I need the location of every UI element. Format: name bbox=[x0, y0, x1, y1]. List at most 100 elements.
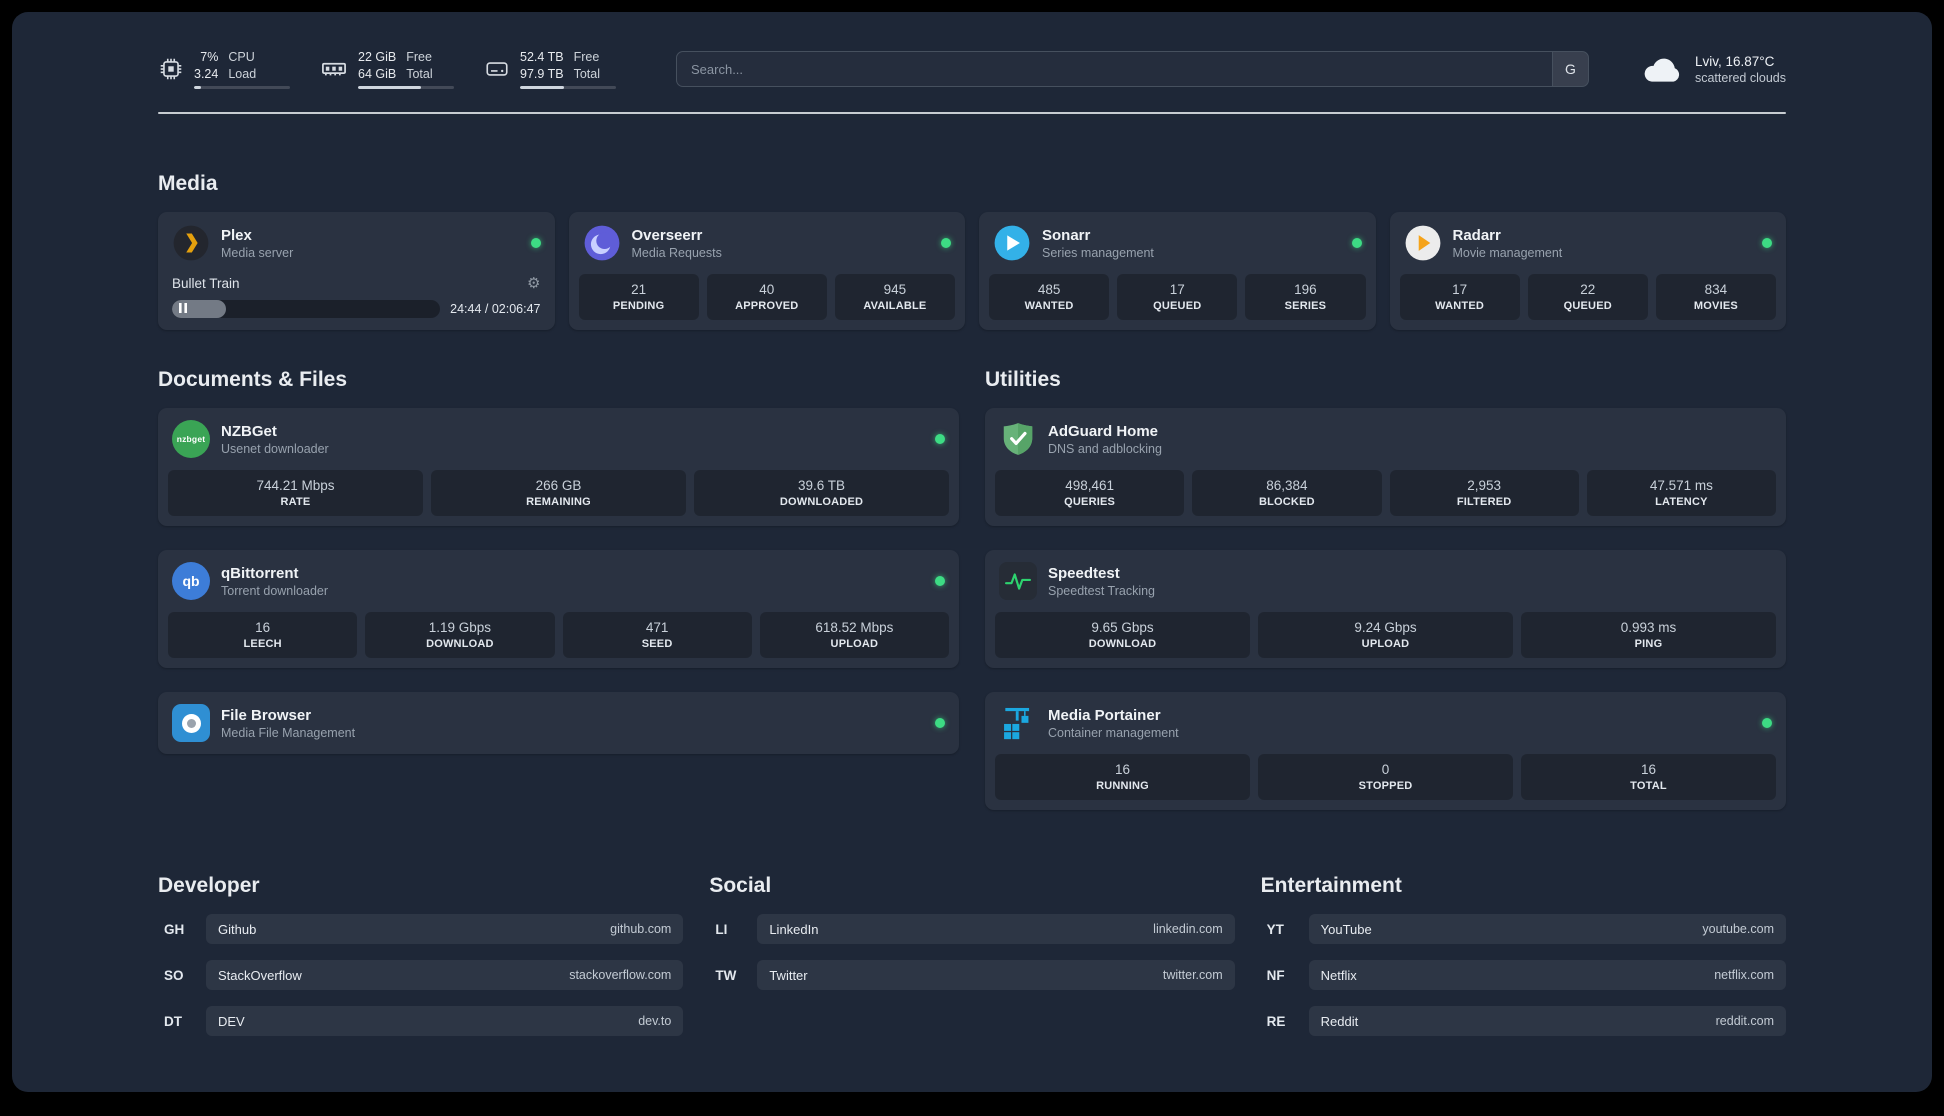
topbar-divider bbox=[158, 112, 1786, 114]
cpu-progress-bar bbox=[194, 85, 290, 89]
service-desc: Series management bbox=[1042, 245, 1154, 260]
section-title-media: Media bbox=[158, 172, 218, 195]
memory-metric: 22 GiB 64 GiB Free Total bbox=[320, 49, 454, 89]
filebrowser-icon bbox=[172, 704, 210, 742]
cpu-load-value: 3.24 bbox=[194, 66, 219, 81]
service-desc: Container management bbox=[1048, 725, 1179, 740]
stat-tile: 39.6 TB DOWNLOADED bbox=[694, 470, 949, 516]
service-card-qbittorrent[interactable]: qb qBittorrent Torrent downloader 16 LEE… bbox=[158, 550, 959, 668]
stat-tile: 16 LEECH bbox=[168, 612, 358, 658]
status-dot bbox=[1351, 238, 1362, 248]
stat-tile: 266 GB REMAINING bbox=[431, 470, 686, 516]
cpu-usage-value: 7% bbox=[200, 50, 219, 65]
stat-tile: 17 WANTED bbox=[1399, 274, 1520, 320]
section-media: Media Plex Media server Bullet Train ⚙ 2… bbox=[158, 172, 1786, 330]
weather-widget: Lviv, 16.87°C scattered clouds bbox=[1641, 50, 1786, 89]
portainer-icon bbox=[999, 704, 1037, 742]
search-provider-button[interactable]: G bbox=[1551, 52, 1588, 86]
adguard-icon bbox=[999, 420, 1037, 458]
disk-metric: 52.4 TB 97.9 TB Free Total bbox=[484, 49, 616, 89]
cpu-load-label: Load bbox=[228, 66, 257, 81]
cpu-icon bbox=[158, 56, 184, 82]
disk-free-value: 52.4 TB bbox=[520, 50, 564, 65]
search-input[interactable] bbox=[677, 61, 1552, 77]
player-settings-gear-icon[interactable]: ⚙ bbox=[527, 274, 540, 292]
stat-tile: 17 QUEUED bbox=[1117, 274, 1238, 320]
nzbget-icon: nzbget bbox=[172, 420, 210, 458]
bookmark-group-social: Social LI LinkedIn linkedin.com TW Twitt… bbox=[709, 874, 1235, 1036]
memory-free-label: Free bbox=[406, 50, 432, 65]
stat-tile: 485 WANTED bbox=[989, 274, 1110, 320]
bookmark-linkedin[interactable]: LI LinkedIn linkedin.com bbox=[709, 914, 1235, 944]
service-name: Media Portainer bbox=[1048, 706, 1161, 724]
service-name: AdGuard Home bbox=[1048, 422, 1159, 440]
dashboard: 7% 3.24 CPU Load 22 GiB 64 GiB Free Tota… bbox=[12, 12, 1932, 1092]
sonarr-icon bbox=[993, 224, 1031, 262]
bookmark-youtube[interactable]: YT YouTube youtube.com bbox=[1261, 914, 1786, 944]
service-card-speedtest[interactable]: Speedtest Speedtest Tracking 9.65 Gbps D… bbox=[985, 550, 1786, 668]
cloud-icon bbox=[1641, 50, 1685, 89]
bookmark-group-title: Social bbox=[709, 874, 772, 897]
service-card-radarr[interactable]: Radarr Movie management 17 WANTED 22 QUE… bbox=[1389, 212, 1786, 330]
stat-tile: 21 PENDING bbox=[578, 274, 699, 320]
stat-tile: 47.571 ms LATENCY bbox=[1586, 470, 1776, 516]
memory-progress-bar bbox=[358, 85, 454, 89]
qbittorrent-icon: qb bbox=[172, 562, 210, 600]
cpu-metric: 7% 3.24 CPU Load bbox=[158, 49, 290, 89]
disk-total-value: 97.9 TB bbox=[520, 66, 564, 81]
status-dot bbox=[1762, 238, 1772, 248]
service-name: qBittorrent bbox=[221, 564, 299, 582]
service-name: Speedtest bbox=[1048, 564, 1120, 582]
section-documents: Documents & Files nzbget NZBGet Usenet d… bbox=[158, 368, 959, 754]
service-card-portainer[interactable]: Media Portainer Container management 16 … bbox=[985, 692, 1786, 810]
bookmark-group-title: Entertainment bbox=[1260, 874, 1402, 897]
stat-tile: 0 STOPPED bbox=[1258, 754, 1513, 800]
disk-total-label: Total bbox=[573, 66, 600, 81]
pause-icon[interactable] bbox=[179, 300, 187, 318]
bookmark-group-entertainment: Entertainment YT YouTube youtube.com NF … bbox=[1261, 874, 1786, 1036]
service-name: File Browser bbox=[221, 706, 312, 724]
service-card-sonarr[interactable]: Sonarr Series management 485 WANTED 17 Q… bbox=[979, 212, 1376, 330]
bookmark-dev[interactable]: DT DEV dev.to bbox=[158, 1006, 684, 1036]
service-name: Sonarr bbox=[1042, 226, 1091, 244]
section-title-documents: Documents & Files bbox=[158, 368, 348, 391]
bookmark-netflix[interactable]: NF Netflix netflix.com bbox=[1261, 960, 1786, 990]
service-card-filebrowser[interactable]: File Browser Media File Management bbox=[158, 692, 959, 754]
radarr-icon bbox=[1404, 224, 1442, 262]
memory-icon bbox=[320, 55, 348, 83]
player-time: 24:44 / 02:06:47 bbox=[450, 302, 541, 316]
cpu-usage-label: CPU bbox=[228, 50, 255, 65]
service-desc: DNS and adblocking bbox=[1048, 441, 1162, 456]
stat-tile: 471 SEED bbox=[562, 612, 752, 658]
stat-tile: 1.19 Gbps DOWNLOAD bbox=[365, 612, 555, 658]
service-card-overseerr[interactable]: Overseerr Media Requests 21 PENDING 40 A… bbox=[568, 212, 965, 330]
plex-icon bbox=[172, 224, 210, 262]
status-dot bbox=[941, 238, 951, 248]
overseerr-icon bbox=[583, 224, 621, 262]
stat-tile: 9.65 Gbps DOWNLOAD bbox=[995, 612, 1250, 658]
service-name: Plex bbox=[221, 226, 252, 244]
service-card-plex[interactable]: Plex Media server Bullet Train ⚙ 24:44 /… bbox=[158, 212, 555, 330]
bookmark-github[interactable]: GH Github github.com bbox=[158, 914, 684, 944]
player-progress-bar[interactable] bbox=[172, 300, 441, 318]
weather-condition: scattered clouds bbox=[1694, 70, 1786, 85]
stat-tile: 744.21 Mbps RATE bbox=[168, 470, 423, 516]
bookmark-stackoverflow[interactable]: SO StackOverflow stackoverflow.com bbox=[158, 960, 684, 990]
section-title-utilities: Utilities bbox=[985, 368, 1061, 391]
service-card-nzbget[interactable]: nzbget NZBGet Usenet downloader 744.21 M… bbox=[158, 408, 959, 526]
status-dot bbox=[935, 718, 945, 728]
stat-tile: 618.52 Mbps UPLOAD bbox=[759, 612, 949, 658]
now-playing-title: Bullet Train bbox=[172, 275, 240, 291]
memory-free-value: 22 GiB bbox=[358, 50, 397, 65]
bookmark-twitter[interactable]: TW Twitter twitter.com bbox=[709, 960, 1235, 990]
bookmark-reddit[interactable]: RE Reddit reddit.com bbox=[1261, 1006, 1786, 1036]
disk-progress-bar bbox=[520, 85, 616, 89]
stat-tile: 498,461 QUERIES bbox=[995, 470, 1185, 516]
stat-tile: 196 SERIES bbox=[1245, 274, 1366, 320]
service-card-adguard[interactable]: AdGuard Home DNS and adblocking 498,461 … bbox=[985, 408, 1786, 526]
speedtest-icon bbox=[999, 562, 1037, 600]
service-desc: Movie management bbox=[1452, 245, 1563, 260]
status-dot bbox=[935, 576, 945, 586]
status-dot bbox=[1762, 718, 1772, 728]
stat-tile: 2,953 FILTERED bbox=[1389, 470, 1579, 516]
